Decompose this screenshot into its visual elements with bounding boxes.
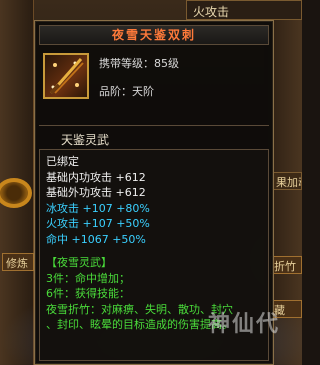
set-bonus-3: 3件：命中增加； xyxy=(46,271,130,285)
divider xyxy=(39,125,269,126)
set-name: 【夜雪灵武】 xyxy=(46,256,112,269)
item-header: 携带等级：85级 品阶：天阶 xyxy=(39,51,269,141)
site-watermark: 神仙代 xyxy=(208,311,281,337)
cultivate-button[interactable]: 修炼 xyxy=(2,253,34,271)
stat-label: 冰攻击 xyxy=(46,201,79,215)
right-side-button-1[interactable]: 折竹 xyxy=(270,256,302,274)
right-side-label: 果加动 xyxy=(272,172,302,190)
stat-value: +612 xyxy=(115,170,146,184)
stat-row: 冰攻击 +107 +80% xyxy=(46,201,262,217)
stat-row: 基础外功攻击 +612 xyxy=(46,185,262,201)
stat-extra: +80% xyxy=(116,201,150,215)
stat-label: 火攻击 xyxy=(46,217,79,230)
stat-label: 基础外功攻击 xyxy=(46,186,112,199)
item-category: 天鉴灵武 xyxy=(61,133,110,147)
stat-extra: +50% xyxy=(116,217,150,230)
stat-value: +107 xyxy=(82,201,113,215)
stat-label: 基础内功攻击 xyxy=(46,170,112,184)
set-bonus-6: 6件：获得技能： xyxy=(46,287,130,300)
twin-blades-icon xyxy=(43,53,89,99)
stat-row: 火攻击 +107 +50% xyxy=(46,216,262,232)
stat-row: 命中 +1067 +50% xyxy=(46,232,262,248)
stat-value: +612 xyxy=(115,186,146,199)
stat-extra: +50% xyxy=(112,232,146,246)
stat-label: 命中 xyxy=(46,232,68,246)
stat-value: +107 xyxy=(82,217,113,230)
top-right-label: 火攻击 xyxy=(186,0,302,20)
bound-status: 已绑定 xyxy=(46,155,79,168)
stat-row: 基础内功攻击 +612 xyxy=(46,170,262,186)
item-title: 夜雪天鉴双刺 xyxy=(39,25,269,45)
item-grade: 品阶：天阶 xyxy=(99,85,154,98)
stat-value: +1067 xyxy=(71,232,109,246)
required-level: 携带等级：85级 xyxy=(99,57,179,70)
